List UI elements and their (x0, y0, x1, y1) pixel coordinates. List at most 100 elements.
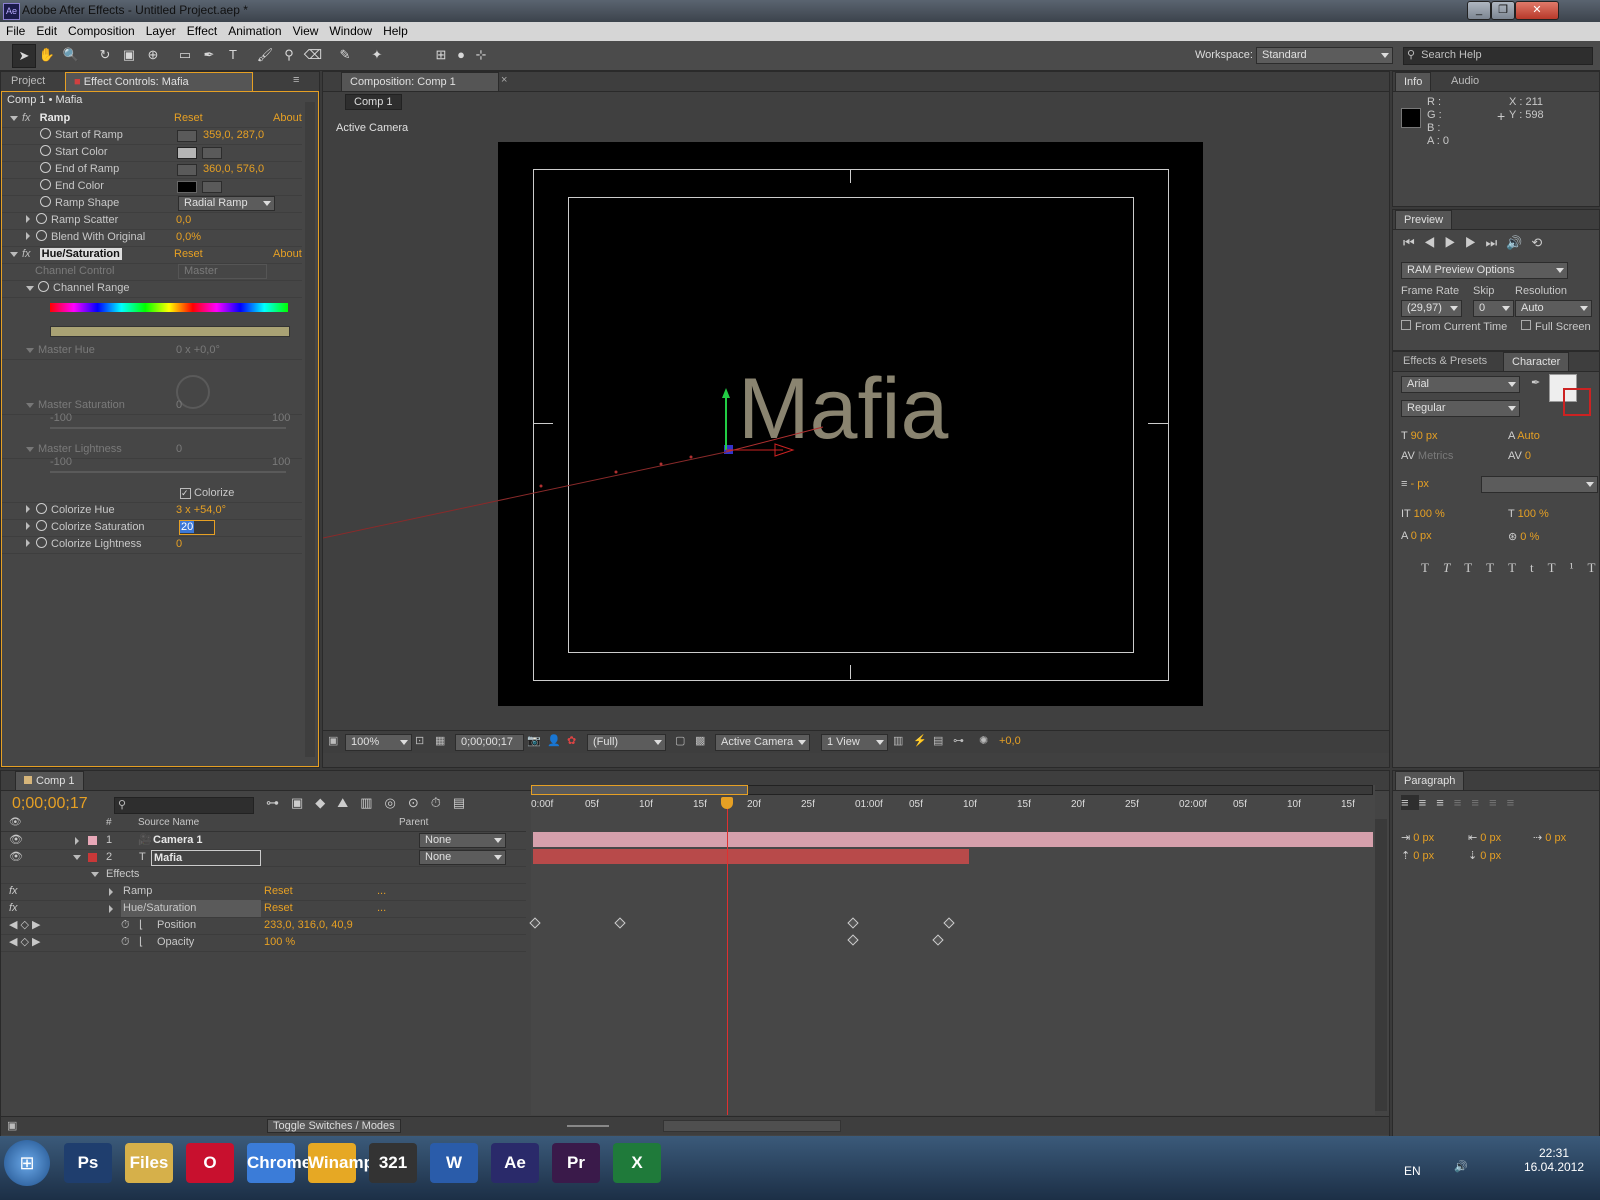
fx-icon[interactable]: fx (9, 900, 18, 917)
effect-ramp-row[interactable]: fx Ramp Reset ... (1, 883, 526, 901)
baseline-shift-value[interactable]: 0 px (1411, 530, 1432, 542)
loop-icon[interactable]: ⟲ (1531, 235, 1551, 250)
hue-options-link[interactable]: ... (377, 900, 386, 917)
first-line-indent-value[interactable]: 0 px (1545, 832, 1566, 844)
position-value[interactable]: 233,0, 316,0, 40,9 (264, 917, 353, 934)
layer-color-label[interactable] (88, 853, 97, 862)
view-layout-select[interactable]: 1 View (821, 734, 888, 751)
eyedropper-icon[interactable]: ✒ (1531, 376, 1540, 389)
keyframe-navigator-icon[interactable]: ◀ ◇ ▶ (9, 917, 41, 934)
axis-mode-icon[interactable]: ⊞ (430, 44, 452, 66)
taskbar-app-9[interactable]: X (613, 1143, 661, 1183)
stopwatch-icon[interactable] (36, 213, 47, 224)
kerning-value[interactable]: Metrics (1418, 450, 1453, 462)
clone-stamp-tool-icon[interactable]: ⚲ (278, 44, 300, 66)
mafia-layer-bar[interactable] (533, 849, 969, 864)
stopwatch-icon[interactable] (38, 281, 49, 292)
stopwatch-icon[interactable] (36, 230, 47, 241)
subscript-icon[interactable]: T₁ (1587, 560, 1600, 575)
faux-italic-icon[interactable]: T (1443, 560, 1464, 575)
show-snapshot-icon[interactable]: 👤 (547, 734, 561, 747)
skip-select[interactable]: 0 (1473, 300, 1514, 317)
motion-blur-icon[interactable]: ▥ (360, 795, 384, 810)
auto-keyframe-icon[interactable]: ⊙ (408, 795, 431, 810)
camera-layer-bar[interactable] (533, 832, 1373, 847)
timeline-search-field[interactable]: ⚲ (114, 797, 254, 814)
position-keyframe[interactable] (943, 917, 955, 929)
prev-frame-icon[interactable]: ◀ (1424, 235, 1445, 250)
roi-toggle-icon[interactable]: ▢ (675, 734, 685, 747)
minimize-button[interactable]: _ (1467, 1, 1491, 20)
roi-icon[interactable]: ▦ (435, 734, 445, 747)
small-caps-icon[interactable]: Tt (1508, 560, 1548, 575)
font-size-value[interactable]: 90 px (1411, 430, 1438, 442)
crosshair-icon[interactable] (177, 130, 197, 142)
zoom-tool-icon[interactable]: 🔍 (60, 44, 82, 66)
first-frame-icon[interactable]: ⏮ (1403, 235, 1424, 250)
end-of-ramp-value[interactable]: 360,0, 576,0 (203, 161, 264, 178)
leading-value[interactable]: Auto (1517, 430, 1540, 442)
effects-group-row[interactable]: Effects (1, 866, 526, 884)
fit-icon[interactable]: ⊡ (415, 734, 424, 747)
full-screen-checkbox[interactable]: Full Screen (1521, 320, 1591, 333)
menu-item-composition[interactable]: Composition (62, 22, 140, 38)
eyedropper-icon[interactable] (202, 181, 222, 193)
hue-reset-link[interactable]: Reset (264, 900, 293, 917)
stopwatch-icon[interactable] (40, 145, 51, 156)
opacity-value[interactable]: 100 % (264, 934, 295, 951)
next-frame-icon[interactable]: ▶ (1465, 235, 1486, 250)
tracking-value[interactable]: 0 (1525, 450, 1531, 462)
position-keyframe[interactable] (847, 917, 859, 929)
space-after-value[interactable]: 0 px (1480, 850, 1501, 862)
opacity-row[interactable]: ◀ ◇ ▶ ⏱ ⌊ Opacity 100 % (1, 934, 526, 952)
align-center-icon[interactable]: ≡ (1419, 795, 1437, 810)
pen-tool-icon[interactable]: ✒ (198, 44, 220, 66)
always-preview-icon[interactable]: ▣ (328, 734, 338, 747)
layer-row-camera[interactable]: 👁 1 🎥 Camera 1 None (1, 832, 526, 850)
vertical-scale-value[interactable]: 100 % (1414, 508, 1445, 520)
taskbar-app-0[interactable]: Ps (64, 1143, 112, 1183)
close-button[interactable]: ✕ (1515, 1, 1559, 20)
tab-character[interactable]: Character (1503, 352, 1570, 371)
stroke-width-value[interactable]: - px (1410, 478, 1428, 490)
panel-menu-icon[interactable]: ≡ (293, 74, 299, 86)
preview-resolution-select[interactable]: Auto (1515, 300, 1592, 317)
audio-icon[interactable]: 🔊 (1506, 235, 1531, 250)
start-of-ramp-value[interactable]: 359,0, 287,0 (203, 127, 264, 144)
stopwatch-icon[interactable] (40, 162, 51, 173)
tab-timeline-comp[interactable]: Comp 1 (15, 771, 84, 790)
exposure-icon[interactable]: ✺ (979, 734, 988, 747)
align-left-icon[interactable]: ≡ (1401, 795, 1419, 810)
system-clock[interactable]: 22:31 16.04.2012 (1522, 1146, 1586, 1174)
ramp-options-link[interactable]: ... (377, 883, 386, 900)
layer-name[interactable]: Mafia (151, 850, 261, 866)
type-tool-icon[interactable]: T (222, 44, 244, 66)
frame-rate-select[interactable]: (29,97) (1401, 300, 1462, 317)
layer-color-label[interactable] (88, 836, 97, 845)
blend-value[interactable]: 0,0% (176, 229, 201, 246)
crosshair-icon[interactable] (177, 164, 197, 176)
menu-item-file[interactable]: File (0, 22, 30, 38)
camera-tool-icon[interactable]: ▣ (118, 44, 140, 66)
tab-paragraph[interactable]: Paragraph (1395, 771, 1465, 790)
align-right-icon[interactable]: ≡ (1436, 795, 1454, 810)
roto-brush-tool-icon[interactable]: ✎ (334, 44, 356, 66)
menu-item-effect[interactable]: Effect (181, 22, 222, 38)
timeline-scrollbar[interactable] (1375, 819, 1387, 1111)
flowchart-icon[interactable]: ⊶ (953, 734, 964, 747)
puppet-tool-icon[interactable]: ✦ (366, 44, 388, 66)
rectangle-tool-icon[interactable]: ▭ (174, 44, 196, 66)
colorize-lightness-value[interactable]: 0 (176, 536, 182, 553)
opacity-keyframe[interactable] (932, 934, 944, 946)
work-area-handle[interactable] (531, 785, 748, 795)
faux-bold-icon[interactable]: T (1421, 560, 1443, 575)
tab-effects-presets[interactable]: Effects & Presets (1395, 352, 1495, 370)
channel-icon[interactable]: ✿ (567, 734, 576, 747)
hand-tool-icon[interactable]: ✋ (36, 44, 58, 66)
stopwatch-icon[interactable] (40, 196, 51, 207)
stopwatch-icon[interactable] (40, 128, 51, 139)
pan-behind-tool-icon[interactable]: ⊕ (142, 44, 164, 66)
language-indicator[interactable]: EN (1404, 1164, 1421, 1178)
from-current-time-checkbox[interactable]: From Current Time (1401, 320, 1507, 333)
menu-item-layer[interactable]: Layer (140, 22, 181, 38)
